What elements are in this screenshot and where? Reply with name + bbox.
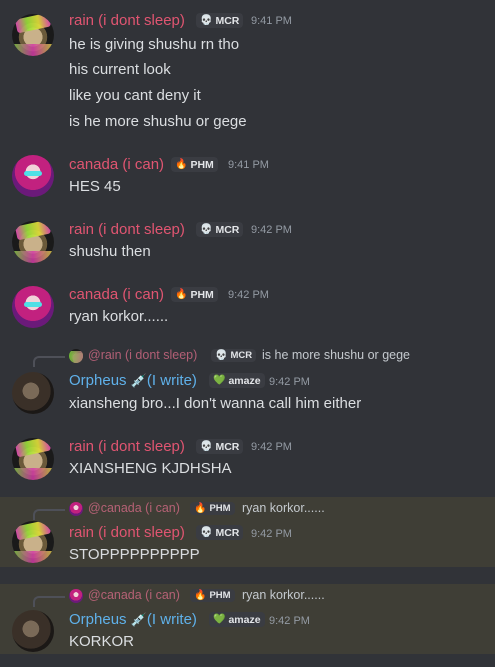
author-name[interactable]: rain (i dont sleep) [69,221,185,238]
heart-icon: 💚 [213,374,226,386]
reply-text: ryan korkor...... [242,588,325,602]
reply-preview[interactable]: @canada (i can) 🔥 PHM ryan korkor...... [0,588,495,607]
avatar [69,349,83,363]
avatar[interactable] [12,372,54,414]
timestamp[interactable]: 9:42 PM [269,615,310,627]
message-text: his current look [69,61,171,78]
message: canada (i can) 🔥 PHM 9:42 PM ryan korkor.… [0,280,495,330]
role-tag[interactable]: 💀 MCR [196,222,244,237]
flame-icon: 🔥 [194,589,207,601]
message-text: XIANSHENG KJDHSHA [69,460,232,477]
message-text: HES 45 [69,178,121,195]
timestamp[interactable]: 9:41 PM [251,15,292,27]
skull-icon: 💀 [200,526,213,538]
message-text: STOPPPPPPPPPP [69,546,200,563]
flame-icon: 🔥 [175,288,188,300]
avatar[interactable] [12,438,54,480]
syringes-icon: 💉 [130,373,147,388]
message-text: is he more shushu or gege [69,113,247,130]
author-name[interactable]: rain (i dont sleep) [69,524,185,541]
timestamp[interactable]: 9:42 PM [228,289,269,301]
timestamp[interactable]: 9:42 PM [251,441,292,453]
author-name[interactable]: canada (i can) [69,156,164,173]
reply-spine [33,356,65,367]
message-text: ryan korkor...... [69,308,169,325]
role-tag[interactable]: 🔥 PHM [171,157,218,172]
reply-text: is he more shushu or gege [262,348,411,362]
role-tag[interactable]: 💀 MCR [196,525,244,540]
flame-icon: 🔥 [194,502,207,514]
avatar[interactable] [12,14,54,56]
message-text: he is giving shushu rn tho [69,36,240,53]
message: canada (i can) 🔥 PHM 9:41 PM HES 45 [0,150,495,200]
role-tag: 🔥 PHM [190,502,235,515]
role-tag: 💀 MCR [211,349,257,362]
reply-preview[interactable]: @canada (i can) 🔥 PHM ryan korkor...... [0,501,495,520]
author-name[interactable]: Orpheus 💉(I write) [69,372,197,389]
reply-author[interactable]: @rain (i dont sleep) [88,348,197,362]
avatar [69,502,83,516]
message: @canada (i can) 🔥 PHM ryan korkor...... r… [0,497,495,567]
flame-icon: 🔥 [175,158,188,170]
message: rain (i dont sleep) 💀 MCR 9:42 PM shushu … [0,215,495,265]
timestamp[interactable]: 9:41 PM [228,159,269,171]
author-name[interactable]: canada (i can) [69,286,164,303]
message: rain (i dont sleep) 💀 MCR 9:42 PM XIANSHE… [0,432,495,482]
skull-icon: 💀 [215,349,228,361]
skull-icon: 💀 [200,223,213,235]
avatar[interactable] [12,286,54,328]
message-text: like you cant deny it [69,87,201,104]
message-text: xiansheng bro...I don't wanna call him e… [69,395,362,412]
reply-preview[interactable]: @rain (i dont sleep) 💀 MCR is he more shu… [0,348,495,367]
role-tag[interactable]: 💚 amaze [209,612,265,627]
message-text: shushu then [69,243,151,260]
reply-author[interactable]: @canada (i can) [88,588,180,602]
timestamp[interactable]: 9:42 PM [251,224,292,236]
message: rain (i dont sleep) 💀 MCR 9:41 PM he is g… [0,8,495,136]
skull-icon: 💀 [200,14,213,26]
role-tag[interactable]: 🔥 PHM [171,287,218,302]
role-tag[interactable]: 💀 MCR [196,13,244,28]
timestamp[interactable]: 9:42 PM [251,528,292,540]
avatar[interactable] [12,521,54,563]
message: @rain (i dont sleep) 💀 MCR is he more shu… [0,348,495,418]
author-name[interactable]: Orpheus 💉(I write) [69,611,197,628]
role-tag[interactable]: 💀 MCR [196,439,244,454]
reply-author[interactable]: @canada (i can) [88,501,180,515]
timestamp[interactable]: 9:42 PM [269,376,310,388]
skull-icon: 💀 [200,440,213,452]
reply-text: ryan korkor...... [242,501,325,515]
avatar [69,589,83,603]
author-name[interactable]: rain (i dont sleep) [69,438,185,455]
heart-icon: 💚 [213,613,226,625]
avatar[interactable] [12,610,54,652]
reply-spine [33,596,65,607]
message-text: KORKOR [69,633,135,650]
avatar[interactable] [12,155,54,197]
message: @canada (i can) 🔥 PHM ryan korkor...... O… [0,584,495,654]
syringes-icon: 💉 [130,612,147,627]
author-name[interactable]: rain (i dont sleep) [69,12,185,29]
role-tag[interactable]: 💚 amaze [209,373,265,388]
avatar[interactable] [12,221,54,263]
role-tag: 🔥 PHM [190,589,235,602]
reply-spine [33,509,65,520]
